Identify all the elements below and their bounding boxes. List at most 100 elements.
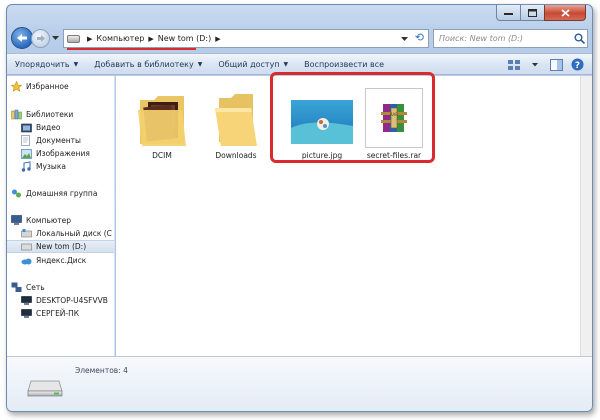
sidebar-item-label: Изображения xyxy=(36,149,90,158)
sidebar-item-music[interactable]: Музыка xyxy=(20,160,114,173)
maximize-button[interactable] xyxy=(520,5,544,21)
explorer-window: ▶ Компьютер ▶ New tom (D:) ▶ ⟲ Поиск: Ne… xyxy=(6,4,593,412)
file-name: DCIM xyxy=(152,151,172,160)
file-item-picture[interactable]: picture.jpg xyxy=(284,82,360,160)
sidebar-item-libraries[interactable]: Библиотеки xyxy=(10,108,114,121)
breadcrumb-new-tom[interactable]: New tom (D:) xyxy=(158,34,211,43)
computer-icon xyxy=(10,215,22,226)
sidebar-item-label: Локальный диск (C xyxy=(36,229,112,238)
breadcrumb-separator[interactable]: ▶ xyxy=(87,35,92,43)
music-icon xyxy=(20,161,32,172)
documents-icon xyxy=(20,135,32,146)
item-count: Элементов: 4 xyxy=(75,366,128,375)
preview-pane-icon xyxy=(549,58,563,71)
sidebar-item-desktop-pc[interactable]: DESKTOP-U4SFVVB xyxy=(20,294,114,307)
drive-large-icon xyxy=(27,379,63,399)
share-label: Общий доступ xyxy=(218,59,280,69)
close-button[interactable] xyxy=(544,5,586,21)
add-to-library-menu[interactable]: Добавить в библиотеку ▼ xyxy=(86,54,210,74)
sidebar-item-documents[interactable]: Документы xyxy=(20,134,114,147)
search-placeholder[interactable]: Поиск: New tom (D:) xyxy=(439,34,571,43)
sidebar-item-yandex-disk[interactable]: Яндекс.Диск xyxy=(20,254,114,267)
view-icon xyxy=(508,59,520,70)
help-button[interactable]: ? xyxy=(568,57,586,72)
back-button[interactable] xyxy=(11,27,33,49)
sidebar-item-label: DESKTOP-U4SFVVB xyxy=(36,296,108,305)
recent-pages-dropdown[interactable] xyxy=(52,34,59,43)
breadcrumb-separator[interactable]: ▶ xyxy=(148,35,153,43)
play-all-button[interactable]: Воспроизвести все xyxy=(296,54,392,74)
cloud-icon xyxy=(20,255,32,266)
sidebar-item-images[interactable]: Изображения xyxy=(20,147,114,160)
file-item-downloads[interactable]: Downloads xyxy=(198,82,274,160)
computer-icon xyxy=(20,295,32,306)
sidebar-item-label: Видео xyxy=(36,123,61,132)
images-icon xyxy=(20,148,32,159)
drive-small-icon xyxy=(67,34,80,43)
chevron-down-icon xyxy=(532,62,538,66)
breadcrumb-separator[interactable]: ▶ xyxy=(215,35,220,43)
add-to-library-label: Добавить в библиотеку xyxy=(94,59,194,69)
sidebar-item-label: Компьютер xyxy=(26,216,71,225)
share-menu[interactable]: Общий доступ ▼ xyxy=(210,54,296,74)
sidebar-item-label: Библиотеки xyxy=(26,110,74,119)
sidebar-item-local-disk[interactable]: Локальный диск (C xyxy=(20,227,114,240)
address-bar[interactable]: ▶ Компьютер ▶ New tom (D:) ▶ ⟲ xyxy=(63,29,429,48)
sidebar-item-label: Сеть xyxy=(26,283,45,292)
sidebar-item-label: СЕРГЕЙ-ПК xyxy=(36,309,80,318)
file-list: DCIM Downloads picture.jpg RAR secret-fi… xyxy=(116,72,592,356)
chevron-down-icon: ▼ xyxy=(283,60,289,68)
file-name: secret-files.rar xyxy=(366,151,422,160)
address-history-dropdown[interactable] xyxy=(401,35,408,44)
sidebar-item-label: Избранное xyxy=(26,82,69,91)
network-icon xyxy=(10,282,22,293)
arrow-right-icon xyxy=(36,35,45,42)
organize-label: Упорядочить xyxy=(15,59,70,69)
change-view-button[interactable] xyxy=(505,57,523,72)
sidebar-item-favorites[interactable]: Избранное xyxy=(10,80,114,93)
vertical-scrollbar[interactable] xyxy=(580,76,592,356)
sidebar-item-network[interactable]: Сеть xyxy=(10,281,114,294)
search-box[interactable]: Поиск: New tom (D:) xyxy=(433,29,588,48)
sidebar-item-label: New tom (D:) xyxy=(36,242,87,251)
sidebar-item-video[interactable]: Видео xyxy=(20,121,114,134)
sidebar-item-label: Домашняя группа xyxy=(26,189,98,198)
maximize-icon xyxy=(528,8,537,17)
organize-menu[interactable]: Упорядочить ▼ xyxy=(7,54,86,74)
breadcrumb-computer[interactable]: Компьютер xyxy=(96,34,144,43)
video-icon xyxy=(20,122,32,133)
preview-pane-button[interactable] xyxy=(547,57,565,72)
folder-icon xyxy=(198,82,274,148)
sidebar-item-label: Документы xyxy=(36,136,81,145)
sidebar-item-computer[interactable]: Компьютер xyxy=(10,214,114,227)
chevron-down-icon: ▼ xyxy=(73,60,79,68)
file-name: Downloads xyxy=(215,151,257,160)
play-all-label: Воспроизвести все xyxy=(304,59,385,69)
file-item-dcim[interactable]: DCIM xyxy=(124,82,200,160)
image-thumbnail xyxy=(284,82,360,148)
details-pane: Элементов: 4 xyxy=(7,356,592,411)
drive-icon xyxy=(20,241,32,252)
star-icon xyxy=(10,81,22,92)
file-name: picture.jpg xyxy=(301,151,343,160)
refresh-icon[interactable]: ⟲ xyxy=(415,32,424,44)
forward-button[interactable] xyxy=(31,29,50,48)
close-icon xyxy=(560,8,570,17)
computer-icon xyxy=(20,308,32,319)
help-icon: ? xyxy=(571,58,583,71)
view-options-dropdown[interactable] xyxy=(526,57,544,72)
address-red-underline xyxy=(67,48,196,50)
search-icon[interactable] xyxy=(571,31,587,47)
windows-drive-icon xyxy=(20,228,32,239)
chevron-down-icon xyxy=(52,36,59,40)
arrow-left-icon xyxy=(17,34,27,42)
file-item-secret-files[interactable]: RAR secret-files.rar xyxy=(356,82,432,160)
sidebar-item-label: Музыка xyxy=(36,162,66,171)
sidebar-item-sergey-pc[interactable]: СЕРГЕЙ-ПК xyxy=(20,307,114,320)
sidebar-item-new-tom[interactable]: New tom (D:) xyxy=(7,240,114,253)
navigation-pane: Избранное Библиотеки Видео Документы Изо… xyxy=(7,76,115,356)
sidebar-item-homegroup[interactable]: Домашняя группа xyxy=(10,187,114,200)
minimize-button[interactable] xyxy=(496,5,520,21)
svg-text:RAR: RAR xyxy=(390,112,398,117)
library-icon xyxy=(10,109,22,120)
